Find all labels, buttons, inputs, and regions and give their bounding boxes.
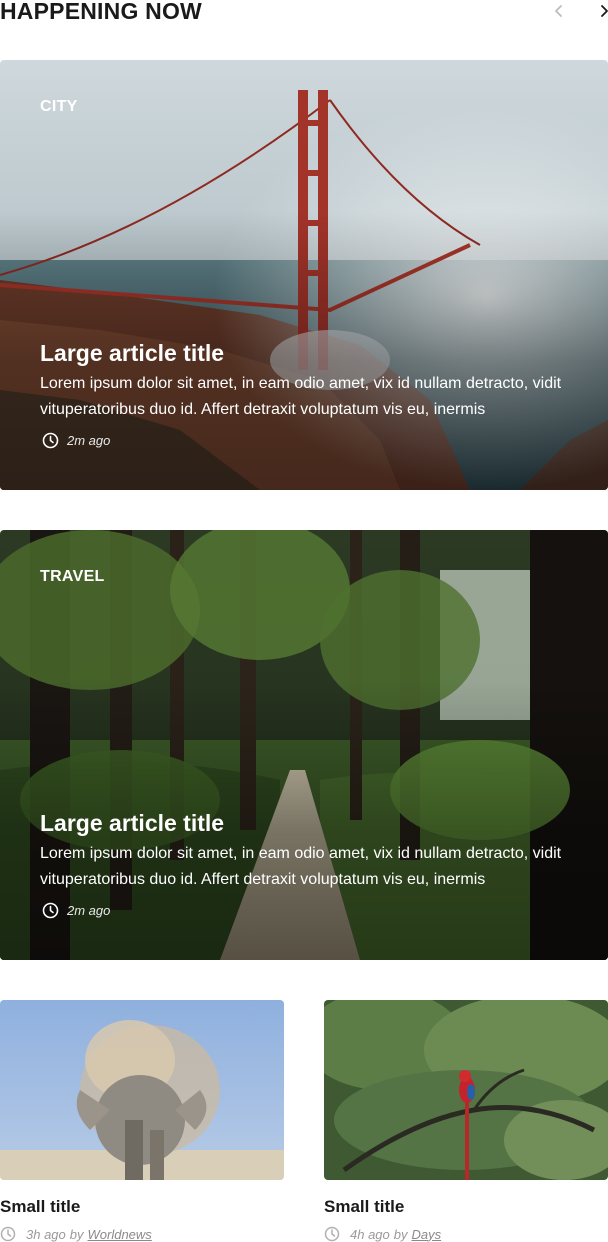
article-meta: 3h ago by Worldnews [0,1226,152,1242]
category-label[interactable]: CITY [40,98,78,116]
image-overlay [0,60,608,490]
section-title: HAPPENING NOW [0,0,202,24]
large-article-card[interactable]: TRAVEL Large article title Lorem ipsum d… [0,530,608,960]
clock-icon [0,1226,16,1242]
clock-icon [324,1226,340,1242]
article-time: 4h ago [350,1226,390,1242]
large-article-card[interactable]: CITY Large article title Lorem ipsum dol… [0,60,608,490]
category-label[interactable]: TRAVEL [40,568,105,586]
article-thumbnail[interactable] [324,1000,608,1180]
image-overlay [0,530,608,960]
article-meta: 2m ago [42,902,110,919]
section-header: HAPPENING NOW [0,0,608,24]
author-link[interactable]: Days [412,1227,442,1242]
article-title[interactable]: Small title [0,1197,80,1217]
article-meta: 2m ago [42,432,110,449]
article-excerpt: Lorem ipsum dolor sit amet, in eam odio … [40,845,562,888]
clock-icon [42,902,59,919]
article-time: 2m ago [67,433,111,448]
clock-icon [42,432,59,449]
small-article-card[interactable]: Small title 3h ago by Worldnews [0,1000,284,1242]
author-link[interactable]: Worldnews [88,1227,152,1242]
article-image-parrot [324,1000,608,1180]
by-label: by [393,1226,408,1242]
article-time: 2m ago [67,903,111,918]
chevron-left-icon [555,5,562,17]
article-title[interactable]: Large article title [40,339,224,367]
small-article-card[interactable]: Small title 4h ago by Days [324,1000,608,1242]
article-title[interactable]: Small title [324,1197,404,1217]
article-meta: 4h ago by Days [324,1226,441,1242]
carousel-prev-button[interactable] [551,2,567,20]
article-excerpt: Lorem ipsum dolor sit amet, in eam odio … [40,375,562,418]
carousel-next-button[interactable] [596,2,608,20]
article-time: 3h ago [26,1226,66,1242]
article-image-elephant [0,1000,284,1180]
by-label: by [69,1226,84,1242]
chevron-right-icon [601,5,608,17]
article-thumbnail[interactable] [0,1000,284,1180]
article-title[interactable]: Large article title [40,809,224,837]
